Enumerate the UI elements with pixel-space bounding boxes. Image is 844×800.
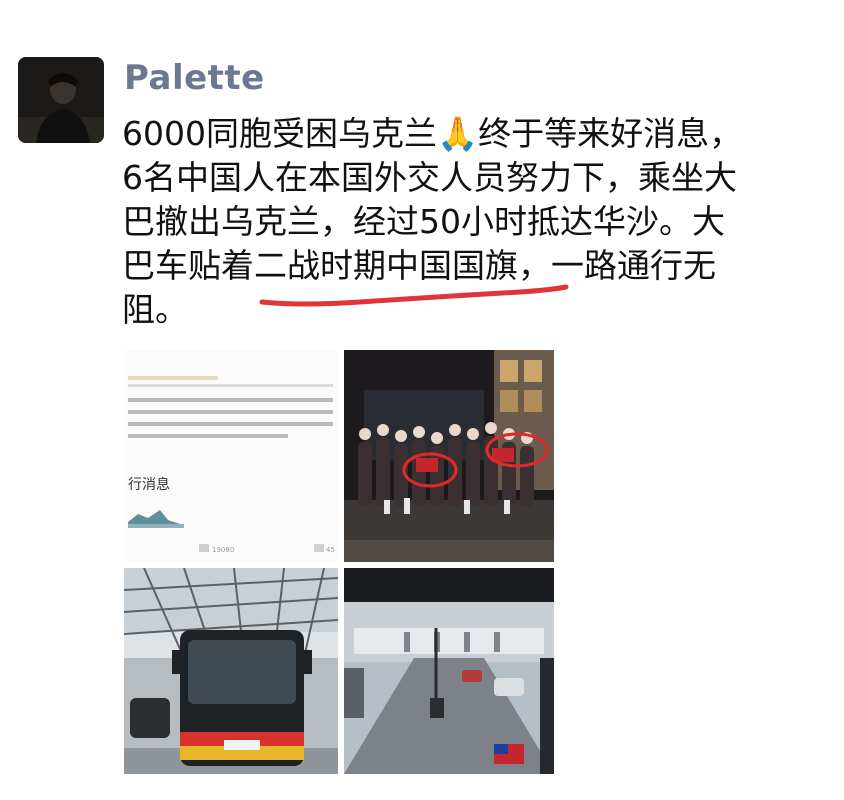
- post-text-line: 6000同胞受困乌克兰🙏终于等来好消息，: [122, 114, 743, 153]
- post-text-line: 阻。: [122, 290, 188, 329]
- group-photo-image[interactable]: [344, 350, 554, 562]
- post-text-line: 6名中国人在本国外交人员努力下，乘坐大: [122, 158, 737, 197]
- bus-station-image[interactable]: [124, 568, 338, 774]
- post-text-line: 巴车贴着二战时期中国国旗，一路通行无: [122, 246, 716, 285]
- bus-window-view-image[interactable]: [344, 568, 554, 774]
- moments-post: Palette 6000同胞受困乌克兰🙏终于等来好消息， 6名中国人在本国外交人…: [0, 0, 844, 800]
- article-read-count: 19080: [212, 546, 235, 554]
- article-screenshot-image[interactable]: 行消息 19080 45: [124, 350, 338, 562]
- username[interactable]: Palette: [124, 58, 265, 98]
- article-heading: 行消息: [128, 477, 170, 493]
- post-text: 6000同胞受困乌克兰🙏终于等来好消息， 6名中国人在本国外交人员努力下，乘坐大…: [122, 112, 812, 332]
- article-like-count: 45: [326, 546, 335, 554]
- image-grid: 行消息 19080 45: [124, 350, 554, 774]
- avatar[interactable]: [18, 57, 104, 143]
- post-text-line: 巴撤出乌克兰，经过50小时抵达华沙。大: [122, 202, 725, 241]
